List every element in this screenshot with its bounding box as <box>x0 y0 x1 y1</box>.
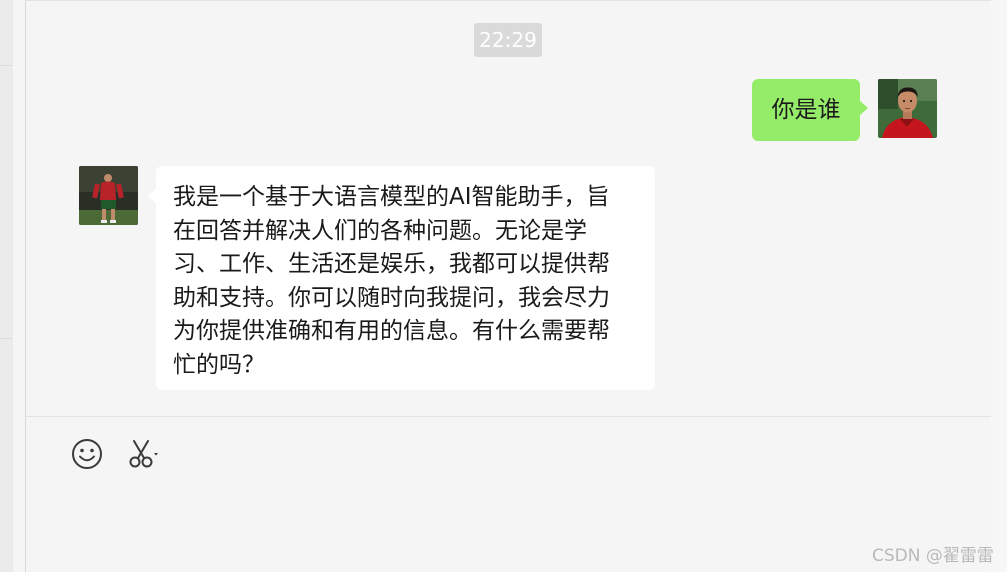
chat-top-border <box>26 0 991 1</box>
left-panel-divider <box>0 338 13 339</box>
emoji-icon[interactable] <box>70 437 104 475</box>
message-timestamp: 22:29 <box>474 23 542 57</box>
left-panel-edge <box>0 0 13 572</box>
left-panel-divider <box>0 65 13 66</box>
watermark: CSDN @翟雷雷 <box>872 546 994 566</box>
user-avatar-image <box>878 79 937 138</box>
assistant-avatar-image <box>79 166 138 225</box>
message-bubble-self[interactable]: 你是谁 <box>752 79 868 141</box>
chat-window: 22:29 你是谁 我是一个基于大语言模型的AI智能助手，旨 在回答并解决人们的… <box>25 0 992 572</box>
message-bubble-assistant[interactable]: 我是一个基于大语言模型的AI智能助手，旨 在回答并解决人们的各种问题。无论是学 … <box>148 166 655 390</box>
assistant-avatar[interactable] <box>79 166 138 225</box>
chevron-down-icon <box>154 453 158 456</box>
user-avatar[interactable] <box>878 79 937 138</box>
input-area-divider <box>26 416 991 417</box>
scissors-icon[interactable] <box>126 437 162 475</box>
right-panel-edge <box>991 0 1007 572</box>
